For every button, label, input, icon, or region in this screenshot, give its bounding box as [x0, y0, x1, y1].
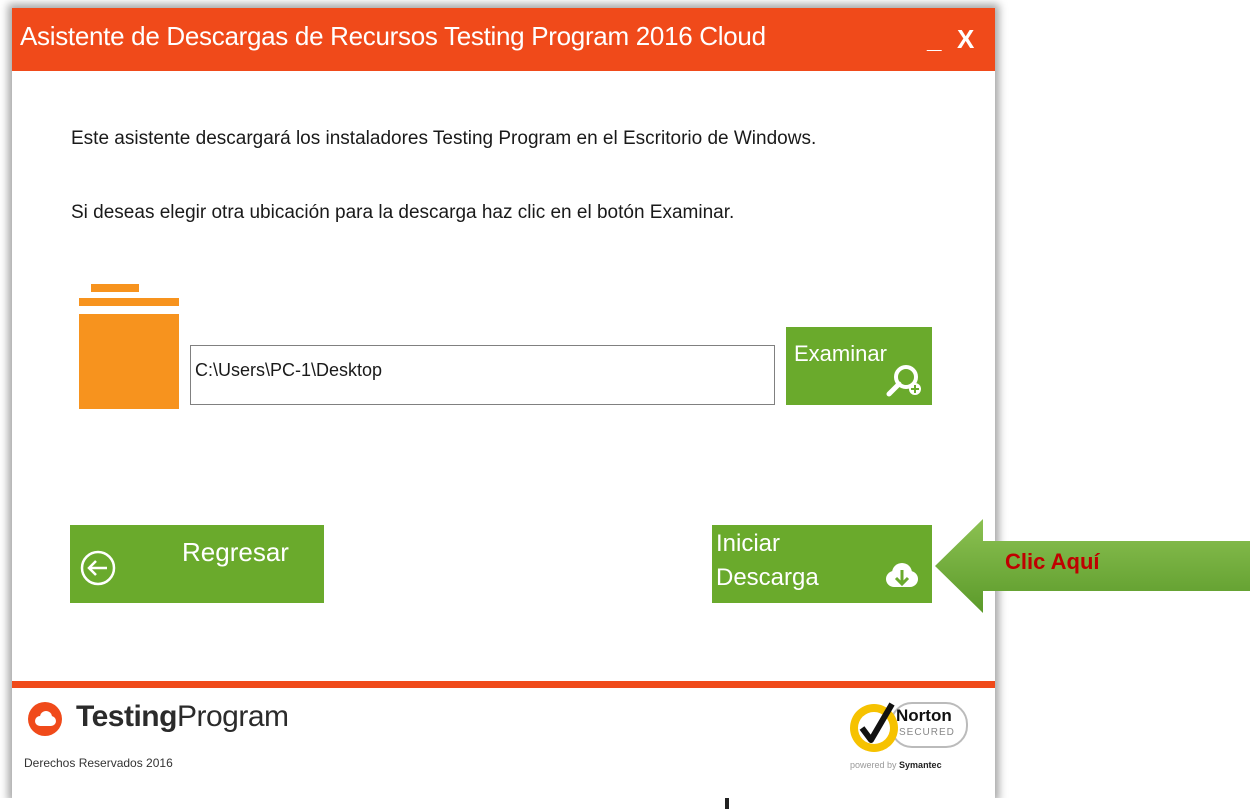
info-message: Este asistente descargará los instalador… [71, 128, 817, 149]
browse-button-label: Examinar [794, 341, 887, 366]
norton-powered-text: powered by [850, 760, 897, 770]
wizard-window: Asistente de Descargas de Recursos Testi… [12, 8, 995, 798]
minimize-button[interactable]: _ [927, 24, 941, 55]
copyright-text: Derechos Reservados 2016 [24, 756, 173, 770]
search-plus-icon [886, 365, 921, 397]
testingprogram-logo-icon [28, 702, 62, 736]
background-mark [725, 798, 729, 809]
start-download-button[interactable]: Iniciar Descarga [712, 525, 932, 603]
back-button-label: Regresar [182, 537, 289, 567]
cloud-download-icon [886, 563, 918, 587]
start-download-label: Iniciar Descarga [716, 527, 819, 595]
brand-name: TestingProgram [76, 700, 289, 734]
browse-hint-message: Si deseas elegir otra ubicación para la … [71, 202, 735, 223]
back-button[interactable]: Regresar [70, 525, 324, 603]
download-path-field[interactable]: C:\Users\PC-1\Desktop [190, 345, 775, 405]
norton-vendor: Symantec [899, 760, 942, 770]
norton-name: Norton [896, 706, 952, 725]
brand-name-bold: Testing [76, 700, 177, 733]
browse-button[interactable]: Examinar [786, 327, 932, 405]
brand-name-light: Program [176, 700, 289, 733]
norton-secured-badge: Norton SECURED powered by Symantec [848, 698, 968, 778]
callout-text: Clic Aquí [1005, 549, 1100, 574]
norton-powered-by: powered by Symantec [850, 760, 942, 770]
footer-divider [12, 681, 995, 688]
back-arrow-icon [80, 550, 116, 586]
start-download-label-line1: Iniciar [716, 530, 781, 557]
title-bar[interactable]: Asistente de Descargas de Recursos Testi… [12, 8, 995, 71]
background-strip [0, 798, 1250, 809]
folder-icon [79, 284, 179, 409]
download-path-value: C:\Users\PC-1\Desktop [195, 360, 383, 380]
start-download-label-line2: Descarga [716, 564, 819, 591]
close-button[interactable]: X [957, 24, 974, 55]
norton-secured-label: SECURED [899, 727, 955, 738]
window-title: Asistente de Descargas de Recursos Testi… [20, 21, 766, 51]
